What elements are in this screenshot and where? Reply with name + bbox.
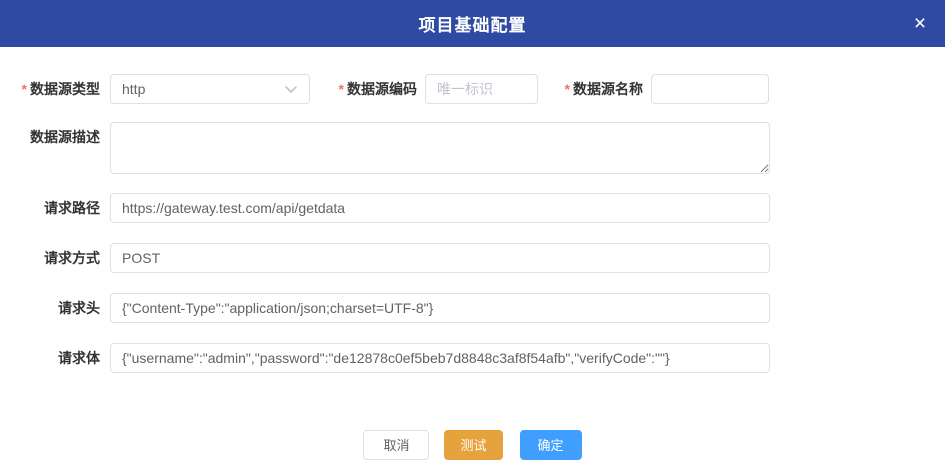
datasource-desc-label: 数据源描述 — [0, 122, 110, 152]
close-icon[interactable]: × — [905, 9, 935, 39]
datasource-type-select[interactable]: http — [110, 74, 310, 104]
dialog-body: *数据源类型 http *数据源编码 *数据源名称 数据源描述 请求路径 请求方… — [0, 47, 945, 460]
project-config-dialog: 项目基础配置 × *数据源类型 http *数据源编码 *数据源名称 数据源描述… — [0, 0, 945, 460]
datasource-name-label: *数据源名称 — [538, 74, 651, 104]
form-row-datasource: *数据源类型 http *数据源编码 *数据源名称 — [0, 74, 945, 104]
request-headers-label: 请求头 — [0, 293, 110, 323]
form-row-request-headers: 请求头 — [0, 293, 945, 323]
dialog-footer: 取消 测试 确定 — [0, 430, 945, 460]
dialog-header: 项目基础配置 × — [0, 0, 945, 47]
request-headers-input[interactable] — [110, 293, 770, 323]
form-row-request-method: 请求方式 — [0, 243, 945, 273]
confirm-button[interactable]: 确定 — [520, 430, 582, 460]
datasource-desc-textarea[interactable] — [110, 122, 770, 174]
request-body-input[interactable] — [110, 343, 770, 373]
request-method-label: 请求方式 — [0, 243, 110, 273]
required-mark: * — [22, 81, 27, 97]
datasource-type-label: *数据源类型 — [0, 74, 110, 104]
form-row-description: 数据源描述 — [0, 122, 945, 174]
dialog-title: 项目基础配置 — [419, 11, 527, 36]
request-path-label: 请求路径 — [0, 193, 110, 223]
request-body-label: 请求体 — [0, 343, 110, 373]
cancel-button[interactable]: 取消 — [363, 430, 429, 460]
datasource-code-label: *数据源编码 — [310, 74, 425, 104]
required-mark: * — [339, 81, 344, 97]
datasource-name-input[interactable] — [651, 74, 769, 104]
required-mark: * — [565, 81, 570, 97]
form-row-request-body: 请求体 — [0, 343, 945, 373]
datasource-code-input[interactable] — [425, 74, 538, 104]
request-path-input[interactable] — [110, 193, 770, 223]
request-method-input[interactable] — [110, 243, 770, 273]
test-button[interactable]: 测试 — [444, 430, 502, 460]
form-row-request-path: 请求路径 — [0, 193, 945, 223]
datasource-type-value: http — [122, 81, 145, 97]
chevron-down-icon — [284, 85, 298, 94]
